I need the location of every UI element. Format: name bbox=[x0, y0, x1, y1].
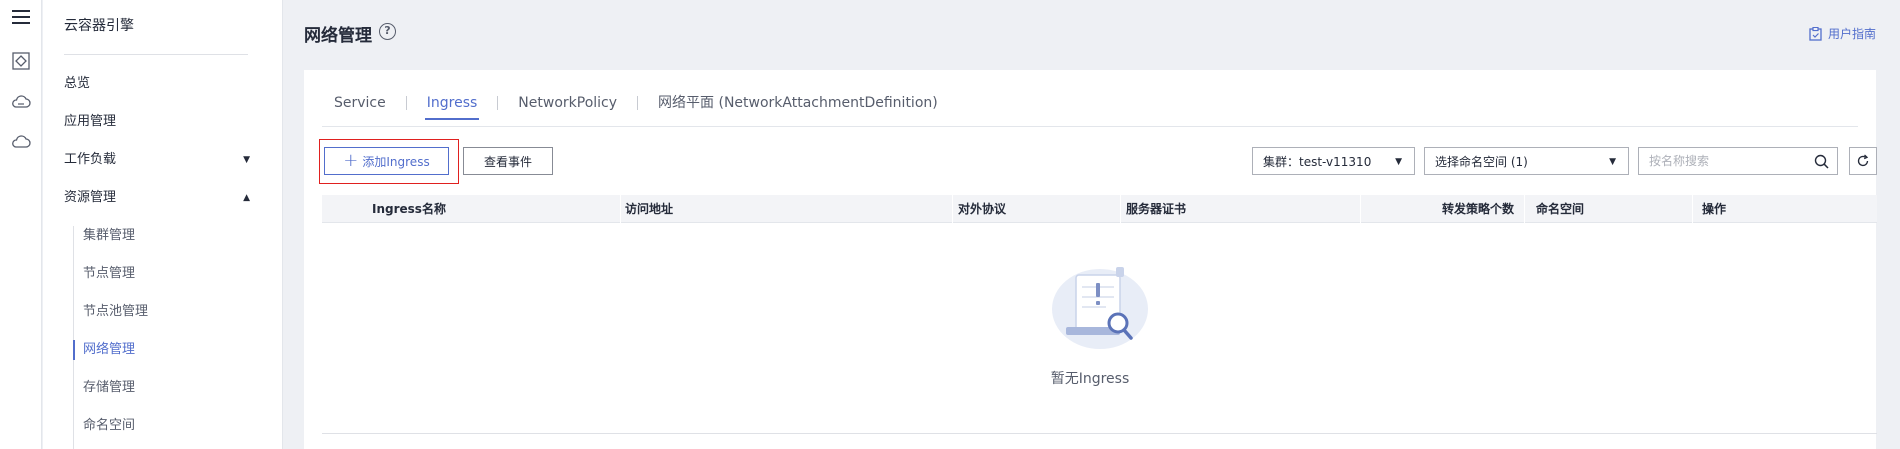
column-divider bbox=[952, 195, 953, 223]
table-header: Ingress名称 访问地址 对外协议 服务器证书 转发策略个数 命名空间 操作 bbox=[322, 195, 1877, 223]
sidebar-item-cluster-management[interactable]: 集群管理 bbox=[83, 225, 135, 247]
empty-state-illustration bbox=[1052, 267, 1148, 349]
active-indicator bbox=[73, 340, 75, 360]
sidebar-item-workloads[interactable]: 工作负载 ▼ bbox=[64, 149, 274, 171]
tab-service[interactable]: Service bbox=[322, 92, 398, 124]
search-input[interactable] bbox=[1639, 148, 1799, 174]
column-divider bbox=[1692, 195, 1693, 223]
sidebar-item-label: 工作负载 bbox=[64, 152, 117, 167]
sidebar-item-node-pool-management[interactable]: 节点池管理 bbox=[83, 301, 148, 323]
table-select-column bbox=[322, 195, 362, 223]
sidebar-title: 云容器引擎 bbox=[64, 18, 134, 34]
sidebar-item-app-management[interactable]: 应用管理 bbox=[64, 111, 274, 133]
main-card: Service Ingress NetworkPolicy 网络平面 (Netw… bbox=[304, 70, 1877, 449]
namespace-select[interactable]: 选择命名空间 (1) ▼ bbox=[1424, 147, 1629, 175]
tab-bar: Service Ingress NetworkPolicy 网络平面 (Netw… bbox=[322, 92, 950, 124]
search-box[interactable] bbox=[1638, 147, 1838, 175]
add-ingress-button[interactable]: + 添加Ingress bbox=[324, 147, 449, 175]
chevron-down-icon: ▼ bbox=[243, 155, 250, 165]
help-icon[interactable]: ? bbox=[379, 23, 396, 40]
column-divider bbox=[1360, 195, 1361, 223]
refresh-icon bbox=[1857, 154, 1869, 167]
sidebar-item-resource-management[interactable]: 资源管理 ▲ bbox=[64, 187, 274, 209]
column-server-certificate: 服务器证书 bbox=[1126, 202, 1187, 216]
user-guide-link[interactable]: 用户指南 bbox=[1809, 25, 1876, 42]
chevron-down-icon: ▼ bbox=[1395, 157, 1402, 167]
sidebar-item-label: 资源管理 bbox=[64, 190, 117, 205]
sidebar-item-node-management[interactable]: 节点管理 bbox=[83, 263, 135, 285]
table-bottom-border bbox=[322, 433, 1877, 434]
namespace-select-value: 选择命名空间 (1) bbox=[1435, 154, 1528, 169]
sidebar-item-namespaces[interactable]: 命名空间 bbox=[83, 415, 135, 437]
column-divider bbox=[620, 195, 621, 223]
cluster-select-value: 集群：test-v11310 bbox=[1263, 154, 1372, 169]
plus-icon: + bbox=[343, 150, 359, 171]
view-events-button[interactable]: 查看事件 bbox=[463, 147, 553, 175]
submenu-guide-line bbox=[73, 226, 74, 449]
column-operations: 操作 bbox=[1702, 202, 1727, 216]
column-forwarding-policies: 转发策略个数 bbox=[1442, 202, 1515, 216]
refresh-button[interactable] bbox=[1849, 147, 1877, 175]
sidebar: 云容器引擎 总览 应用管理 工作负载 ▼ 资源管理 ▲ 集群管理 节点管理 节点… bbox=[43, 0, 283, 449]
empty-state-text: 暂无Ingress bbox=[1050, 371, 1130, 387]
search-icon[interactable] bbox=[1814, 154, 1829, 169]
column-divider bbox=[1524, 195, 1525, 223]
column-namespace: 命名空间 bbox=[1536, 202, 1585, 216]
icon-rail bbox=[0, 0, 42, 449]
tab-separator bbox=[405, 96, 407, 110]
chevron-up-icon: ▲ bbox=[243, 193, 250, 203]
tab-separator bbox=[497, 96, 499, 110]
guide-icon bbox=[1809, 26, 1822, 41]
column-ingress-name: Ingress名称 bbox=[372, 202, 446, 216]
user-guide-label: 用户指南 bbox=[1827, 27, 1876, 41]
add-ingress-label: 添加Ingress bbox=[362, 154, 430, 169]
sidebar-item-storage-management[interactable]: 存储管理 bbox=[83, 377, 135, 399]
tab-separator bbox=[637, 96, 639, 110]
sidebar-item-network-management[interactable]: 网络管理 bbox=[83, 339, 135, 361]
sidebar-item-overview[interactable]: 总览 bbox=[64, 73, 274, 95]
tab-ingress[interactable]: Ingress bbox=[415, 92, 490, 124]
cce-service-icon[interactable] bbox=[0, 51, 42, 71]
sidebar-divider bbox=[64, 54, 248, 55]
tab-network-plane[interactable]: 网络平面 (NetworkAttachmentDefinition) bbox=[646, 92, 950, 124]
tab-underline bbox=[322, 126, 1858, 127]
page-title: 网络管理 bbox=[304, 26, 372, 46]
column-divider bbox=[1120, 195, 1121, 223]
column-access-address: 访问地址 bbox=[625, 202, 674, 216]
column-protocol: 对外协议 bbox=[958, 202, 1007, 216]
menu-icon[interactable] bbox=[0, 8, 42, 26]
cluster-select[interactable]: 集群：test-v11310 ▼ bbox=[1252, 147, 1415, 175]
tab-network-policy[interactable]: NetworkPolicy bbox=[506, 92, 629, 124]
cloud-service-icon[interactable] bbox=[0, 94, 42, 110]
chevron-down-icon: ▼ bbox=[1609, 157, 1616, 167]
cloud-icon[interactable] bbox=[0, 134, 42, 150]
